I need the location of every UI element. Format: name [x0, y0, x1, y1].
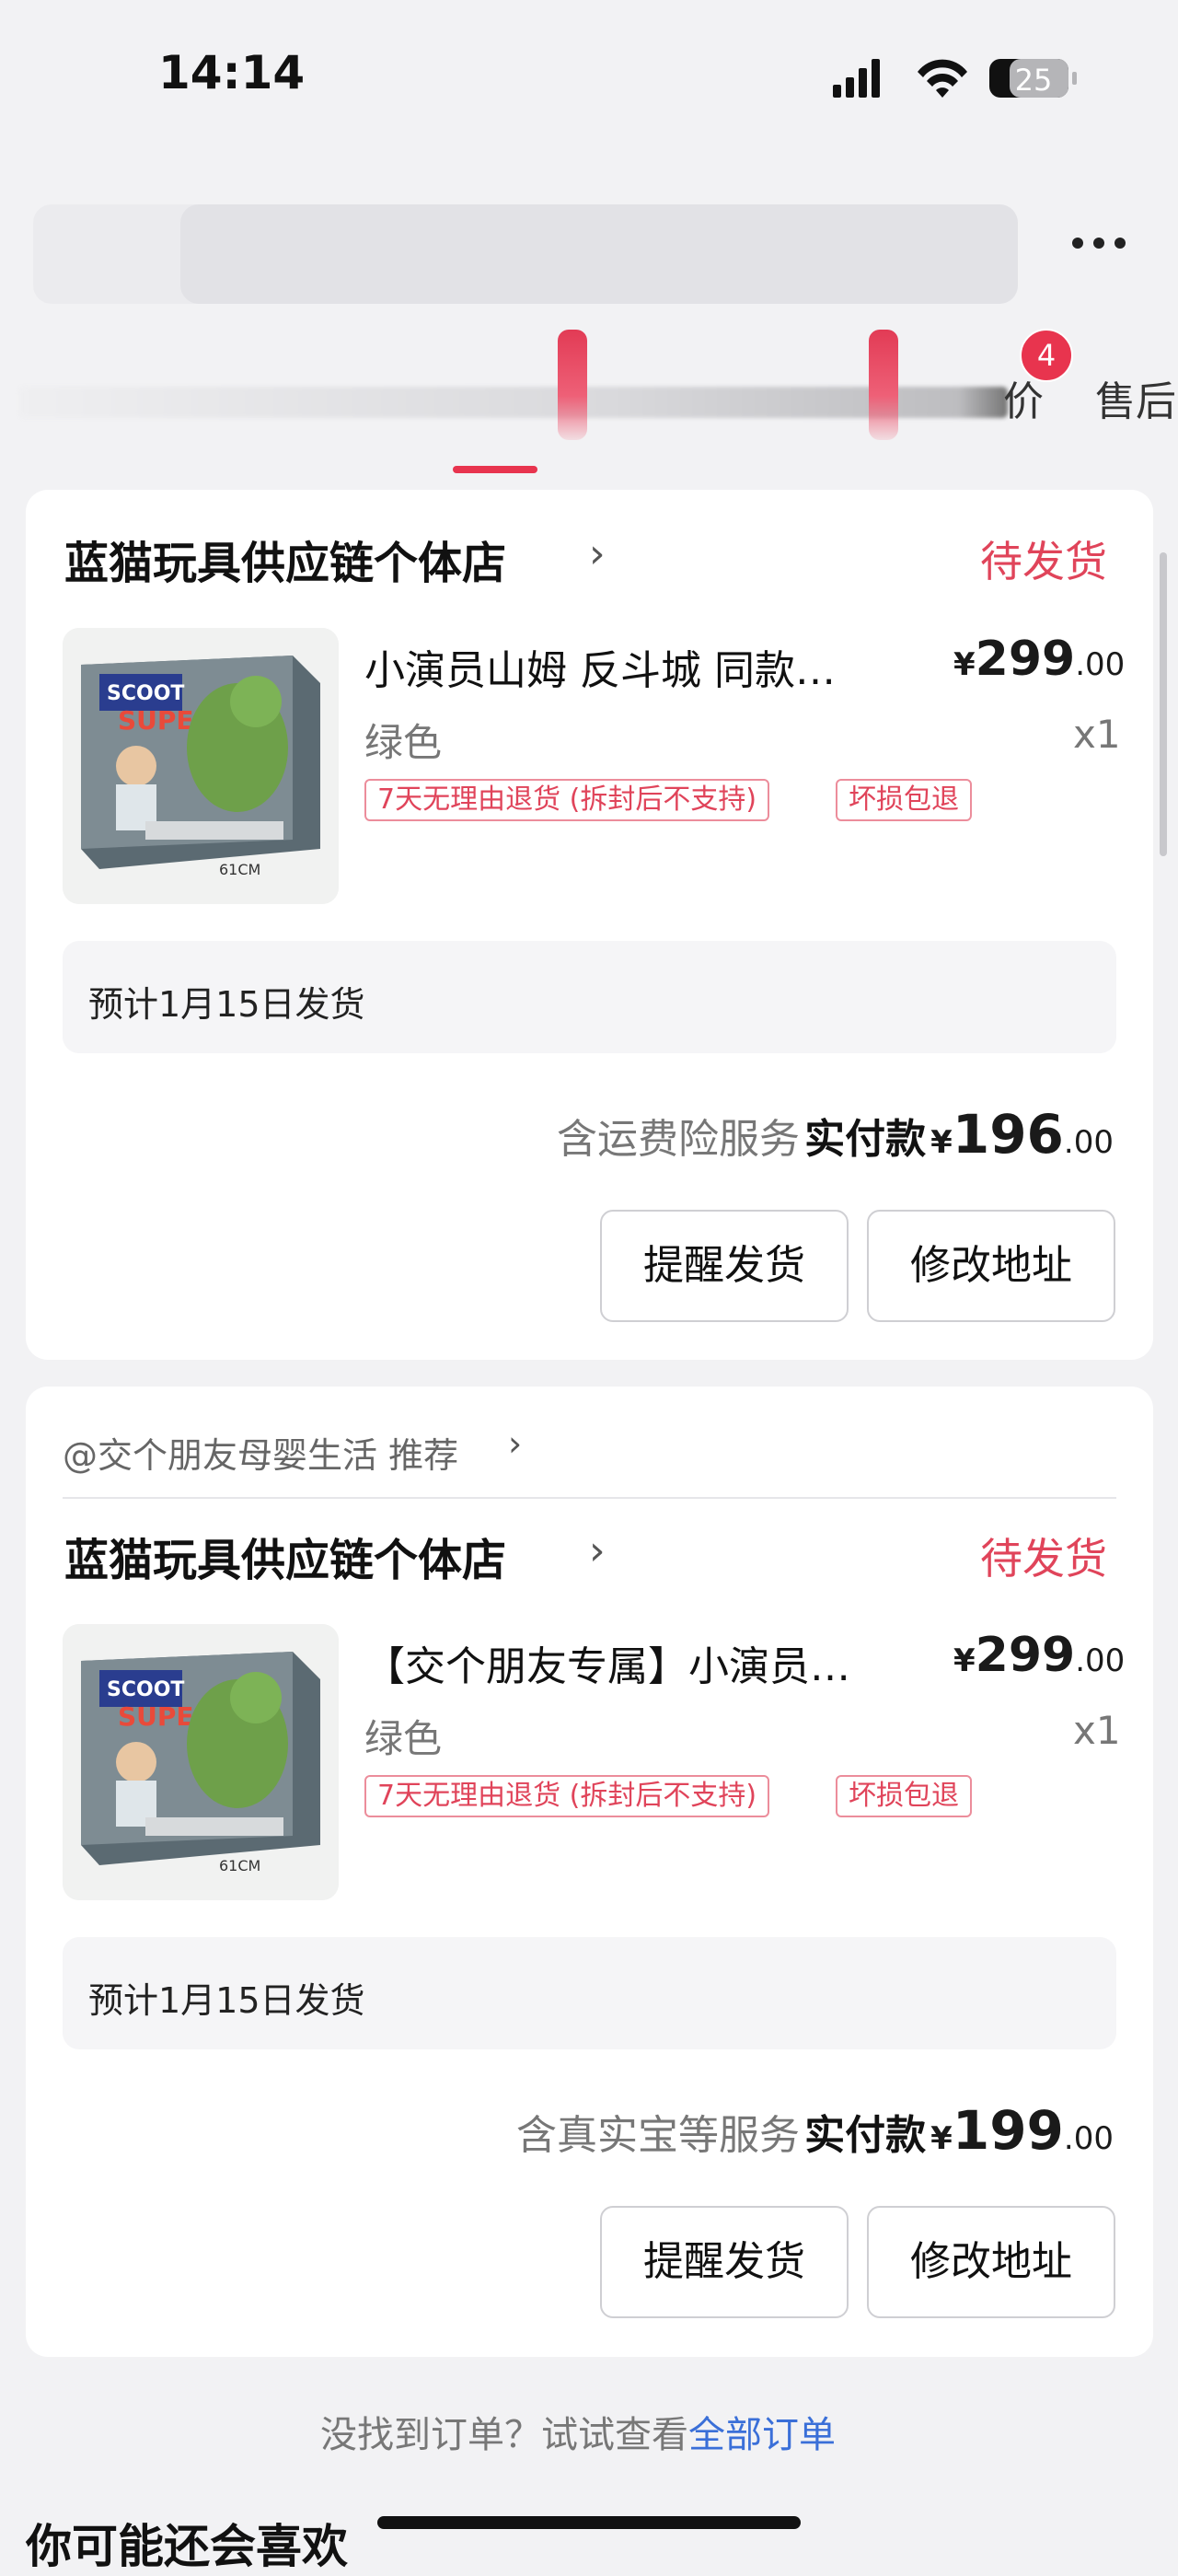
- pay-label: 实付款: [804, 1116, 927, 1163]
- order-status: 待发货: [980, 537, 1107, 586]
- pay-label: 实付款: [804, 2112, 927, 2159]
- tab-highlight: [558, 330, 587, 440]
- service-text: 含运费险服务: [556, 1116, 800, 1163]
- more-button[interactable]: [1072, 235, 1137, 272]
- shipping-estimate: 预计1月15日发货: [88, 984, 365, 1025]
- product-title[interactable]: 小演员山姆 反斗城 同款…: [364, 637, 836, 696]
- damage-return-tag: 坏损包退: [836, 1775, 972, 1817]
- no-order-hint: 没找到订单？试试查看全部订单: [320, 2414, 836, 2456]
- store-name[interactable]: 蓝猫玩具供应链个体店: [64, 527, 506, 591]
- toy-box-image: SCOOT SUPER 61CM: [63, 628, 339, 904]
- product-thumbnail[interactable]: SCOOT SUPER 61CM: [63, 1624, 339, 1900]
- status-time: 14:14: [158, 46, 306, 99]
- tab-bar-blurred: [18, 387, 1008, 418]
- product-price: ¥299.00: [953, 632, 1126, 687]
- product-qty: x1: [1073, 1708, 1121, 1753]
- search-input[interactable]: [180, 204, 1018, 304]
- chevron-right-icon: ›: [508, 1423, 523, 1464]
- product-spec: 绿色: [364, 720, 443, 765]
- wifi-icon: [918, 59, 967, 98]
- payment-summary: 含真实宝等服务 实付款 ¥199.00: [515, 2099, 1114, 2162]
- shipping-estimate: 预计1月15日发货: [88, 1980, 365, 2021]
- all-orders-link[interactable]: 全部订单: [688, 2414, 836, 2456]
- chevron-right-icon: ›: [589, 530, 606, 577]
- tab-after-sales[interactable]: 售后: [1095, 368, 1176, 427]
- recommender-text[interactable]: @交个朋友母婴生活 推荐: [63, 1427, 458, 1478]
- home-indicator: [377, 2516, 801, 2529]
- svg-text:SCOOT: SCOOT: [107, 1678, 184, 1701]
- battery-icon: 25: [989, 59, 1077, 98]
- signal-icon: [833, 59, 880, 98]
- store-name[interactable]: 蓝猫玩具供应链个体店: [64, 1524, 506, 1588]
- product-qty: x1: [1073, 712, 1121, 757]
- payment-summary: 含运费险服务 实付款 ¥196.00: [556, 1103, 1114, 1166]
- scrollbar[interactable]: [1160, 552, 1167, 856]
- status-icons: 25: [833, 59, 1077, 98]
- service-text: 含真实宝等服务: [515, 2112, 800, 2159]
- tab-badge: 4: [1020, 329, 1073, 382]
- chevron-right-icon: ›: [589, 1527, 606, 1574]
- product-spec: 绿色: [364, 1716, 443, 1761]
- tab-active-indicator: [453, 466, 537, 473]
- product-title[interactable]: 【交个朋友专属】小演员…: [364, 1633, 850, 1692]
- recommendation-heading: 你可能还会喜欢: [26, 2520, 348, 2573]
- thumb-size-label: 61CM: [219, 861, 260, 878]
- product-price: ¥299.00: [953, 1628, 1126, 1683]
- product-thumbnail[interactable]: SCOOT SUPER 61CM: [63, 628, 339, 904]
- remind-ship-button[interactable]: 提醒发货: [600, 1210, 849, 1322]
- svg-text:SCOOT: SCOOT: [107, 682, 184, 705]
- divider: [63, 1497, 1116, 1499]
- return-policy-tag: 7天无理由退货 (拆封后不支持): [364, 1775, 770, 1817]
- more-dot-icon: [1114, 238, 1126, 249]
- thumb-size-label: 61CM: [219, 1857, 260, 1874]
- more-dot-icon: [1093, 238, 1104, 249]
- remind-ship-button[interactable]: 提醒发货: [600, 2206, 849, 2318]
- battery-level: 25: [1015, 63, 1053, 98]
- toy-box-image: SCOOT SUPER 61CM: [63, 1624, 339, 1900]
- change-address-button[interactable]: 修改地址: [867, 1210, 1115, 1322]
- damage-return-tag: 坏损包退: [836, 779, 972, 821]
- change-address-button[interactable]: 修改地址: [867, 2206, 1115, 2318]
- tab-highlight: [869, 330, 898, 440]
- order-status: 待发货: [980, 1534, 1107, 1584]
- more-dot-icon: [1072, 238, 1083, 249]
- return-policy-tag: 7天无理由退货 (拆封后不支持): [364, 779, 770, 821]
